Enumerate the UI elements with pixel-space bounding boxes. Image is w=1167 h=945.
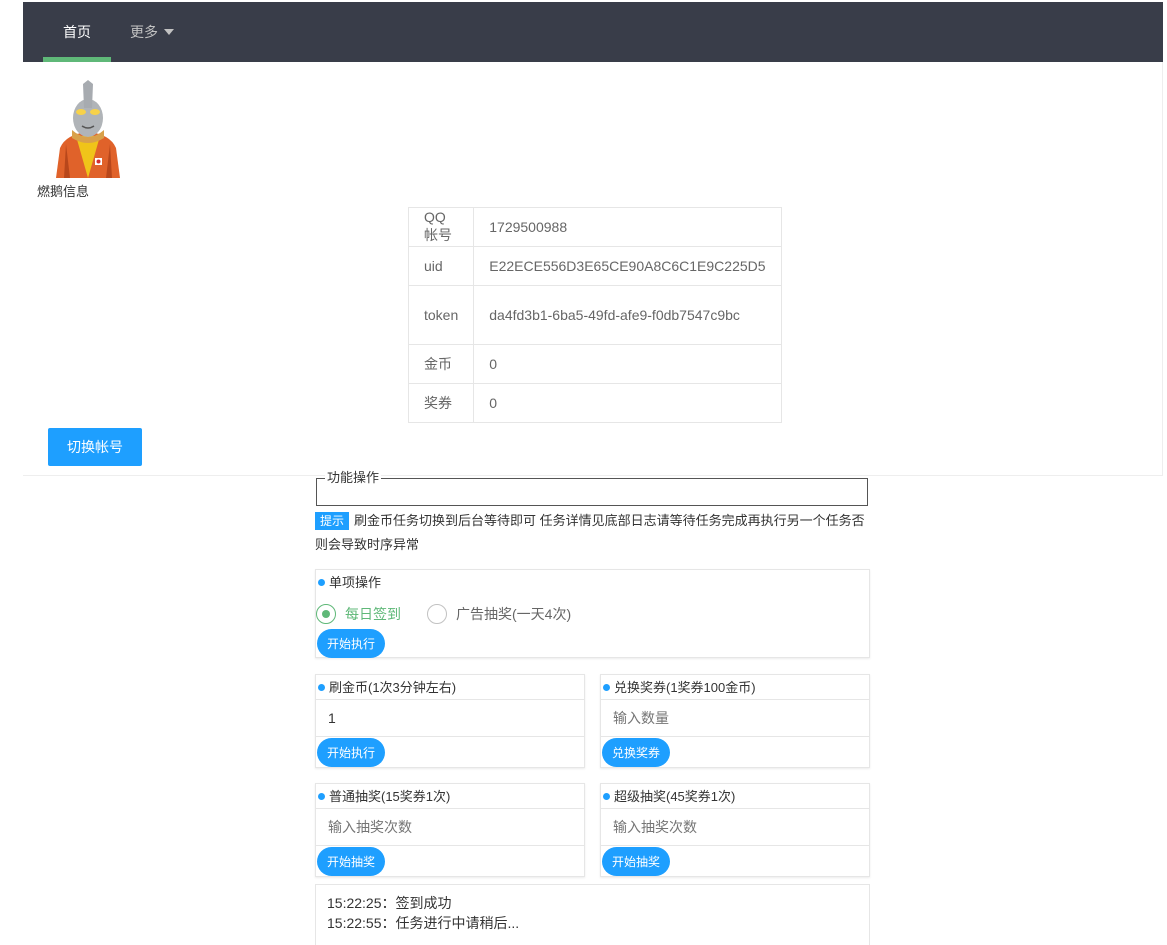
super-draw-count-input[interactable] <box>601 808 869 846</box>
bullet-icon <box>603 684 610 691</box>
start-normal-draw-button[interactable]: 开始抽奖 <box>317 847 386 876</box>
radio-unchecked-icon <box>427 604 447 624</box>
coins-value: 0 <box>473 344 782 384</box>
log-line: 15:22:55：任务进行中请稍后... <box>327 915 520 931</box>
avatar-image <box>56 80 120 178</box>
coins-key: 金币 <box>407 344 475 384</box>
functions-legend: 功能操作 <box>325 469 382 487</box>
single-operation-title: 单项操作 <box>318 575 381 591</box>
bullet-icon <box>603 793 610 800</box>
normal-draw-count-input[interactable] <box>316 808 584 846</box>
single-operation-title-text: 单项操作 <box>329 575 382 590</box>
normal-draw-card: 普通抽奖(15奖券1次) 开始抽奖 <box>315 783 585 877</box>
table-row: QQ帐号 1729500988 <box>407 207 782 247</box>
tip-badge: 提示 <box>315 512 350 530</box>
exchange-amount-input[interactable] <box>601 699 869 737</box>
super-draw-title: 超级抽奖(45奖券1次) <box>603 789 735 805</box>
caret-down-icon <box>164 29 174 35</box>
switch-account-button[interactable]: 切换帐号 <box>48 428 142 466</box>
radio-daily-checkin-label: 每日签到 <box>345 606 401 622</box>
uid-key: uid <box>407 246 475 286</box>
radio-ad-lottery-label: 广告抽奖(一天4次) <box>456 606 572 622</box>
tickets-value: 0 <box>473 383 782 423</box>
table-row: 奖券 0 <box>407 383 782 423</box>
nav-more-label: 更多 <box>130 24 158 40</box>
exchange-card: 兑换奖券(1奖券100金币) 兑换奖券 <box>600 674 870 768</box>
functions-fieldset: 功能操作 <box>316 469 868 506</box>
table-row: 金币 0 <box>407 344 782 384</box>
coins-count-input[interactable] <box>316 699 584 737</box>
normal-draw-title: 普通抽奖(15奖券1次) <box>318 789 450 805</box>
log-line: 15:22:25：签到成功 <box>327 895 452 911</box>
tip-message: 提示 刷金币任务切换到后台等待即可 任务详情见底部日志请等待任务完成再执行另一个任… <box>315 509 875 557</box>
token-key: token <box>407 285 475 345</box>
tickets-key: 奖券 <box>407 383 475 423</box>
token-value: da4fd3b1-6ba5-49fd-afe9-f0db7547c9bc <box>473 285 782 345</box>
exchange-title: 兑换奖券(1奖券100金币) <box>603 680 756 696</box>
start-single-button[interactable]: 开始执行 <box>317 629 386 658</box>
profile-caption: 燃鹅信息 <box>37 184 90 199</box>
qq-key: QQ帐号 <box>407 207 475 247</box>
coins-card: 刷金币(1次3分钟左右) 开始执行 <box>315 674 585 768</box>
task-log: 15:22:25：签到成功 15:22:55：任务进行中请稍后... <box>315 884 870 945</box>
bullet-icon <box>318 793 325 800</box>
table-row: token da4fd3b1-6ba5-49fd-afe9-f0db7547c9… <box>407 285 782 345</box>
nav-home[interactable]: 首页 <box>43 2 111 62</box>
nav-more-dropdown[interactable]: 更多 <box>130 2 174 62</box>
super-draw-card: 超级抽奖(45奖券1次) 开始抽奖 <box>600 783 870 877</box>
start-super-draw-button[interactable]: 开始抽奖 <box>602 847 671 876</box>
radio-checked-icon <box>316 604 336 624</box>
bullet-icon <box>318 579 325 586</box>
normal-draw-title-text: 普通抽奖(15奖券1次) <box>329 789 451 804</box>
coins-title: 刷金币(1次3分钟左右) <box>318 680 456 696</box>
table-row: uid E22ECE556D3E65CE90A8C6C1E9C225D5 <box>407 246 782 286</box>
exchange-title-text: 兑换奖券(1奖券100金币) <box>614 680 756 695</box>
nav-home-label: 首页 <box>63 24 91 40</box>
super-draw-title-text: 超级抽奖(45奖券1次) <box>614 789 736 804</box>
coins-title-text: 刷金币(1次3分钟左右) <box>329 680 457 695</box>
tip-text: 刷金币任务切换到后台等待即可 任务详情见底部日志请等待任务完成再执行另一个任务否… <box>315 513 865 552</box>
bullet-icon <box>318 684 325 691</box>
qq-value: 1729500988 <box>473 207 782 247</box>
top-nav: 首页 更多 <box>23 2 1163 62</box>
uid-value: E22ECE556D3E65CE90A8C6C1E9C225D5 <box>473 246 782 286</box>
exchange-tickets-button[interactable]: 兑换奖券 <box>602 738 671 767</box>
account-info-table: QQ帐号 1729500988 uid E22ECE556D3E65CE90A8… <box>407 207 782 423</box>
start-coins-button[interactable]: 开始执行 <box>317 738 386 767</box>
